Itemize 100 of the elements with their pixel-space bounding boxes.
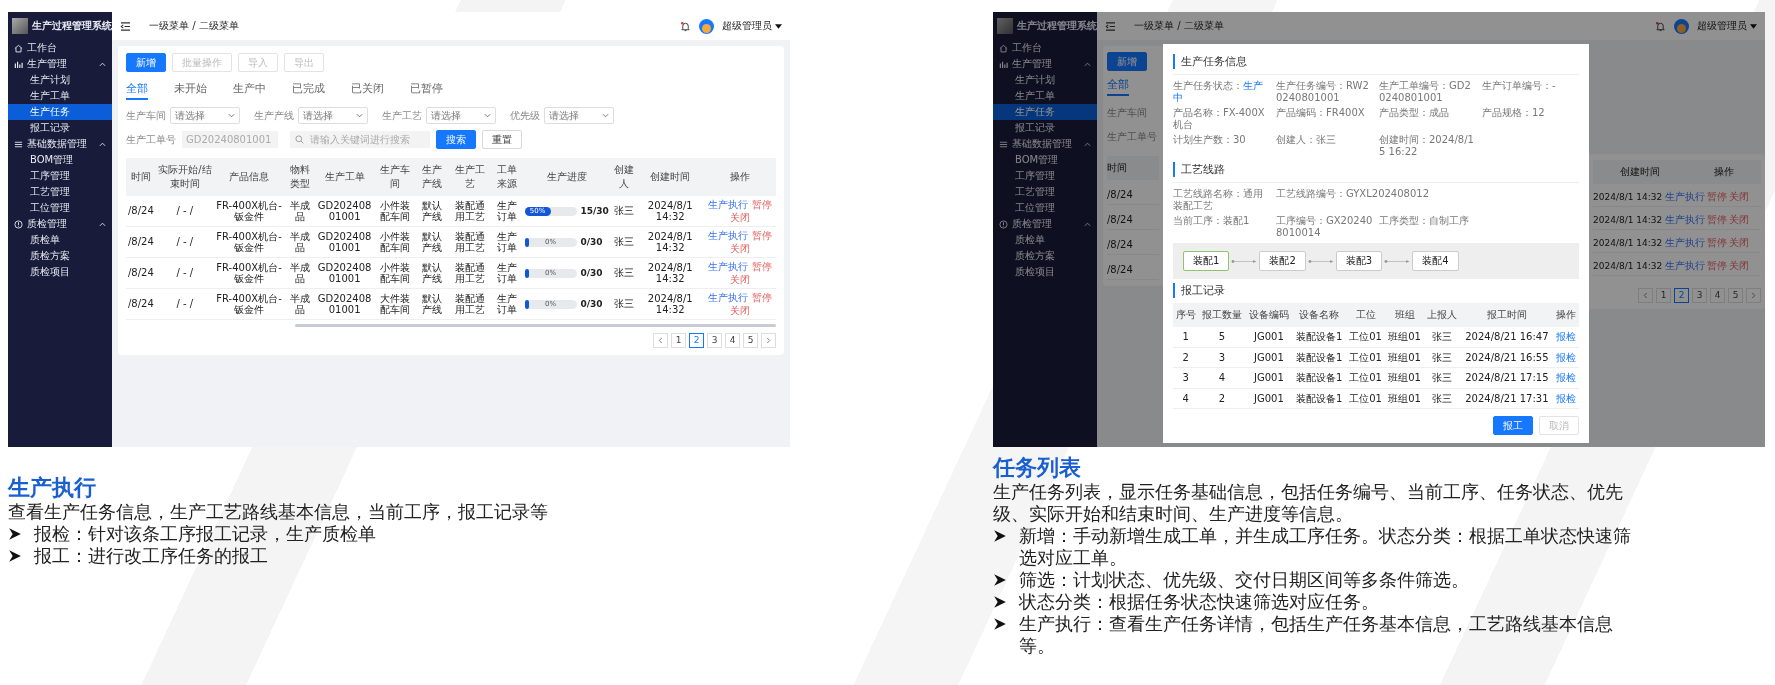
menu-fold-icon[interactable] <box>1105 21 1116 31</box>
user-menu[interactable]: 超级管理员 <box>722 19 782 33</box>
select-field[interactable]: 请选择 <box>170 107 240 124</box>
action-link[interactable]: 生产执行 <box>1665 213 1706 227</box>
action-link[interactable]: 暂停 <box>1707 259 1728 273</box>
action-link[interactable]: 暂停 <box>752 199 772 211</box>
page-button[interactable]: 3 <box>1692 288 1707 303</box>
status-tab[interactable]: 已关闭 <box>351 81 384 100</box>
nav-item[interactable]: 工作台 <box>993 40 1097 56</box>
action-link[interactable]: 关闭 <box>1729 259 1750 273</box>
nav-item[interactable]: 工位管理 <box>8 200 112 216</box>
page-button[interactable]: 2 <box>1674 288 1689 303</box>
action-link[interactable]: 关闭 <box>730 273 750 285</box>
nav-item[interactable]: 工序管理 <box>993 168 1097 184</box>
action-link[interactable]: 生产执行 <box>708 261 748 273</box>
previous-page-button[interactable] <box>653 333 668 348</box>
nav-group[interactable]: 基础数据管理 <box>993 136 1097 152</box>
select-field[interactable]: 请选择 <box>426 107 496 124</box>
avatar-icon[interactable] <box>699 18 714 34</box>
action-link[interactable]: 关闭 <box>730 211 750 223</box>
status-tab[interactable]: 未开始 <box>174 81 207 100</box>
page-button[interactable]: 4 <box>725 333 740 348</box>
nav-group[interactable]: 生产管理 <box>8 56 112 72</box>
inspect-link[interactable]: 报检 <box>1556 331 1577 342</box>
search-button[interactable]: 搜索 <box>436 130 476 149</box>
nav-group[interactable]: 基础数据管理 <box>8 136 112 152</box>
nav-item[interactable]: 生产任务 <box>993 104 1097 120</box>
page-button[interactable]: 3 <box>707 333 722 348</box>
toolbar-button[interactable]: 新增 <box>126 53 166 72</box>
nav-item[interactable]: 质检项目 <box>993 264 1097 280</box>
input-field[interactable]: GD20240801001 <box>182 131 278 148</box>
page-button[interactable]: 1 <box>671 333 686 348</box>
nav-item[interactable]: 工艺管理 <box>8 184 112 200</box>
action-link[interactable]: 关闭 <box>1729 213 1750 227</box>
bell-icon[interactable] <box>1655 20 1666 32</box>
nav-group[interactable]: 质检管理 <box>8 216 112 232</box>
action-link[interactable]: 生产执行 <box>1665 259 1706 273</box>
bell-icon[interactable] <box>680 20 691 32</box>
process-step-node[interactable]: 装配3 <box>1335 251 1383 271</box>
nav-item[interactable]: 工序管理 <box>8 168 112 184</box>
previous-page-button[interactable] <box>1638 288 1653 303</box>
status-tab[interactable]: 全部 <box>1107 77 1129 96</box>
process-step-node[interactable]: 装配2 <box>1259 251 1306 271</box>
next-page-button[interactable] <box>1746 288 1761 303</box>
status-tab[interactable]: 已完成 <box>292 81 325 100</box>
action-link[interactable]: 生产执行 <box>708 199 748 211</box>
action-link[interactable]: 关闭 <box>730 304 750 316</box>
nav-group[interactable]: 生产管理 <box>993 56 1097 72</box>
inspect-link[interactable]: 报检 <box>1556 392 1577 404</box>
action-link[interactable]: 关闭 <box>730 242 750 254</box>
page-button[interactable]: 2 <box>689 333 704 348</box>
nav-item[interactable]: 生产工单 <box>8 88 112 104</box>
action-link[interactable]: 暂停 <box>752 230 772 242</box>
nav-item[interactable]: 生产任务 <box>8 104 112 120</box>
nav-item[interactable]: 质检方案 <box>993 248 1097 264</box>
nav-item[interactable]: BOM管理 <box>8 152 112 168</box>
inspect-link[interactable]: 报检 <box>1556 351 1577 363</box>
nav-item[interactable]: BOM管理 <box>993 152 1097 168</box>
nav-item[interactable]: 质检单 <box>993 232 1097 248</box>
search-button[interactable]: 重置 <box>482 130 522 149</box>
action-link[interactable]: 生产执行 <box>708 292 748 304</box>
nav-item[interactable]: 质检方案 <box>8 248 112 264</box>
action-link[interactable]: 暂停 <box>752 261 772 273</box>
nav-item[interactable]: 报工记录 <box>8 120 112 136</box>
nav-item[interactable]: 工作台 <box>8 40 112 56</box>
nav-item[interactable]: 生产计划 <box>8 72 112 88</box>
page-button[interactable]: 4 <box>1710 288 1725 303</box>
nav-item[interactable]: 报工记录 <box>993 120 1097 136</box>
page-button[interactable]: 1 <box>1656 288 1671 303</box>
nav-item[interactable]: 工艺管理 <box>993 184 1097 200</box>
action-link[interactable]: 生产执行 <box>708 230 748 242</box>
process-step-node[interactable]: 装配1 <box>1183 251 1230 271</box>
inspect-link[interactable]: 报检 <box>1556 372 1577 383</box>
action-link[interactable]: 暂停 <box>752 292 772 304</box>
page-button[interactable]: 5 <box>1728 288 1743 303</box>
nav-item[interactable]: 质检项目 <box>8 264 112 280</box>
action-link[interactable]: 关闭 <box>1729 190 1750 204</box>
next-page-button[interactable] <box>761 333 776 348</box>
status-tab[interactable]: 生产中 <box>233 81 266 100</box>
horizontal-scrollbar[interactable] <box>295 324 776 327</box>
user-menu[interactable]: 超级管理员 <box>1697 19 1757 33</box>
status-tab[interactable]: 全部 <box>126 81 148 100</box>
toolbar-button[interactable]: 新增 <box>1107 52 1147 71</box>
search-field[interactable]: 请输入关键词进行搜索 <box>290 131 430 148</box>
page-button[interactable]: 5 <box>743 333 758 348</box>
action-link[interactable]: 关闭 <box>1729 236 1750 250</box>
nav-item[interactable]: 生产工单 <box>993 88 1097 104</box>
nav-item[interactable]: 生产计划 <box>993 72 1097 88</box>
avatar-icon[interactable] <box>1674 18 1689 34</box>
action-link[interactable]: 生产执行 <box>1665 236 1706 250</box>
action-link[interactable]: 生产执行 <box>1665 190 1706 204</box>
action-link[interactable]: 暂停 <box>1707 236 1728 250</box>
process-step-node[interactable]: 装配4 <box>1412 251 1459 271</box>
action-link[interactable]: 暂停 <box>1707 190 1728 204</box>
nav-item[interactable]: 工位管理 <box>993 200 1097 216</box>
nav-item[interactable]: 质检单 <box>8 232 112 248</box>
nav-group[interactable]: 质检管理 <box>993 216 1097 232</box>
dialog-button[interactable]: 报工 <box>1493 416 1533 435</box>
action-link[interactable]: 暂停 <box>1707 213 1728 227</box>
status-tab[interactable]: 已暂停 <box>410 81 443 100</box>
